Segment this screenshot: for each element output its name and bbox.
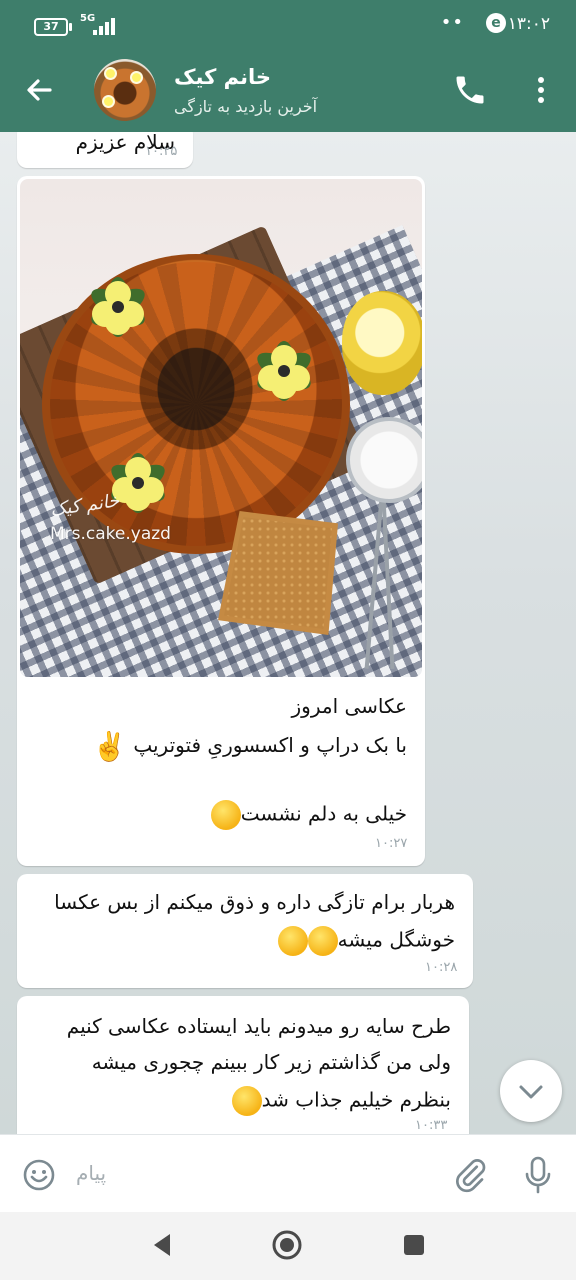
flower-decoration: [252, 341, 316, 401]
notification-dots: ••: [440, 12, 464, 33]
cake-slice: [218, 511, 338, 635]
message-time: ۱۰:۳۳: [415, 1118, 448, 1133]
message-bubble[interactable]: سلام عزیزم ۱۰:۲۵: [17, 132, 193, 168]
message-text: خیلی به دلم نشست: [210, 800, 407, 830]
more-vert-icon: [538, 77, 544, 103]
sugar-sieve: [346, 417, 422, 503]
message-text: خوشگل میشه: [277, 926, 455, 956]
message-text: ولی من گذاشتم زیر کار ببینم چجوری میشه: [91, 1050, 451, 1074]
quince-fruit: [342, 291, 422, 395]
back-button[interactable]: [20, 70, 60, 110]
paperclip-icon: [455, 1159, 486, 1193]
square-recents-icon[interactable]: [402, 1232, 426, 1258]
message-text: با بک دراپ و اکسسوریِ فتوتریپ ✌️: [92, 730, 407, 763]
chat-header: خانم کیک آخرین بازدید به تازگی: [0, 48, 576, 132]
status-bar: 37 5G •• e ۱۳:۰۲: [0, 0, 576, 48]
circle-home-icon[interactable]: [270, 1228, 304, 1262]
last-seen-status: آخرین بازدید به تازگی: [174, 97, 318, 116]
message-time: ۱۰:۲۸: [425, 960, 458, 975]
clock: ۱۳:۰۲: [507, 14, 550, 34]
scroll-down-button[interactable]: [500, 1060, 562, 1122]
heart-eyes-emoji: [277, 926, 308, 956]
avatar[interactable]: [94, 59, 156, 121]
image-watermark: Mrs.cake.yazd: [50, 524, 171, 544]
star-struck-emoji: [231, 1086, 262, 1116]
emoji-button[interactable]: [22, 1158, 56, 1192]
signal-icon: [93, 17, 115, 35]
voice-record-button[interactable]: [522, 1155, 554, 1195]
app-notification-icon: e: [486, 13, 506, 33]
message-time: ۱۰:۲۷: [375, 836, 408, 851]
more-options-button[interactable]: [530, 72, 552, 108]
message-text: بنظرم خیلیم جذاب شد: [231, 1086, 451, 1116]
message-composer: پیام: [0, 1134, 576, 1213]
chat-area[interactable]: سلام عزیزم ۱۰:۲۵ خانم کیک Mrs.cake.yazd …: [0, 132, 576, 1134]
message-text: طرح سایه رو میدونم باید ایستاده عکاسی کن…: [66, 1014, 451, 1038]
flower-decoration: [86, 277, 150, 337]
call-button[interactable]: [452, 72, 488, 108]
relieved-face-emoji: [210, 800, 241, 830]
chevron-down-icon: [519, 1085, 543, 1099]
battery-level: 37: [43, 20, 59, 33]
system-nav-bar: [0, 1212, 576, 1280]
message-text: عکاسی امروز: [291, 694, 407, 718]
phone-icon: [456, 76, 484, 104]
microphone-icon: [525, 1156, 551, 1194]
message-time: ۱۰:۲۵: [145, 144, 178, 159]
victory-hand-emoji: ✌️: [92, 730, 127, 763]
triangle-back-icon[interactable]: [148, 1230, 176, 1260]
battery-icon: 37: [34, 18, 72, 36]
chat-title[interactable]: خانم کیک: [174, 65, 271, 89]
attach-button[interactable]: [452, 1157, 488, 1193]
arrow-left-icon: [27, 79, 52, 101]
grinning-sweat-emoji: [307, 926, 338, 956]
cake-photo[interactable]: خانم کیک Mrs.cake.yazd: [20, 179, 422, 677]
message-text: هربار برام تازگی داره و ذوق میکنم از بس …: [54, 890, 455, 914]
photo-message-bubble[interactable]: خانم کیک Mrs.cake.yazd عکاسی امروز با بک…: [17, 176, 425, 866]
message-input[interactable]: پیام: [76, 1161, 106, 1185]
message-bubble[interactable]: هربار برام تازگی داره و ذوق میکنم از بس …: [17, 874, 473, 988]
smiley-icon: [23, 1159, 55, 1191]
message-bubble[interactable]: طرح سایه رو میدونم باید ایستاده عکاسی کن…: [17, 996, 469, 1134]
